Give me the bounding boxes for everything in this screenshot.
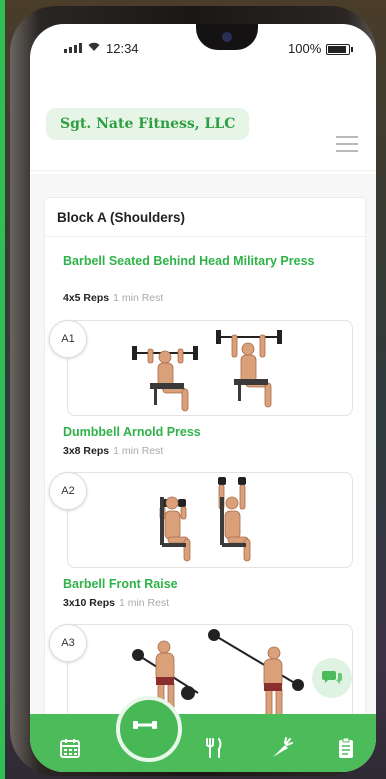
- status-bar: 12:34 100%: [30, 38, 376, 60]
- battery-percent: 100%: [288, 41, 322, 56]
- chat-icon: [322, 671, 342, 684]
- clipboard-icon[interactable]: [334, 736, 358, 760]
- bottom-tab-bar: [30, 714, 376, 772]
- block-divider: [45, 236, 365, 237]
- exercise-code-badge: A2: [49, 472, 87, 510]
- exercise-image[interactable]: [67, 320, 353, 416]
- exercise-meta: 3x10 Reps 1 min Rest: [63, 597, 169, 609]
- exercise-reps: 4x5 Reps: [63, 292, 110, 304]
- calendar-icon[interactable]: [58, 736, 82, 760]
- exercise-reps: 3x8 Reps: [63, 445, 110, 457]
- signal-icon: [64, 43, 82, 53]
- workout-content[interactable]: Block A (Shoulders) Barbell Seated Behin…: [30, 174, 376, 759]
- wifi-icon: [88, 42, 100, 51]
- utensils-icon[interactable]: [202, 736, 226, 760]
- exercise-rest: 1 min Rest: [118, 597, 170, 609]
- window-edge: [0, 0, 5, 779]
- exercise-code-badge: A1: [49, 320, 87, 358]
- status-time: 12:34: [106, 41, 139, 56]
- military-press-illustration: [132, 330, 282, 412]
- exercise-reps: 3x10 Reps: [63, 597, 115, 609]
- exercise-meta: 3x8 Reps 1 min Rest: [63, 445, 163, 457]
- exercise-rest: 1 min Rest: [113, 445, 164, 457]
- exercise-rest: 1 min Rest: [113, 292, 164, 304]
- phone-frame: 12:34 100% Sgt. Nate Fitness, LLC Block …: [10, 6, 376, 776]
- block-title: Block A (Shoulders): [57, 210, 186, 225]
- exercise-title[interactable]: Barbell Front Raise: [63, 575, 333, 594]
- carrot-icon[interactable]: [270, 736, 294, 760]
- exercise-meta: 4x5 Reps 1 min Rest: [63, 292, 163, 304]
- arnold-press-illustration: [159, 477, 251, 562]
- brand-logo[interactable]: Sgt. Nate Fitness, LLC: [46, 108, 250, 140]
- dumbbell-icon: [133, 721, 157, 729]
- battery-icon: [326, 44, 353, 55]
- hamburger-menu-icon[interactable]: [336, 136, 358, 154]
- exercise-title[interactable]: Dumbbell Arnold Press: [63, 423, 333, 442]
- exercise-title[interactable]: Barbell Seated Behind Head Military Pres…: [63, 252, 333, 271]
- workout-tab-button[interactable]: [116, 696, 182, 762]
- chat-button[interactable]: [312, 658, 352, 698]
- phone-screen: 12:34 100% Sgt. Nate Fitness, LLC Block …: [30, 24, 376, 772]
- header-divider: [30, 170, 376, 171]
- exercise-image[interactable]: [67, 472, 353, 568]
- exercise-code-badge: A3: [49, 624, 87, 662]
